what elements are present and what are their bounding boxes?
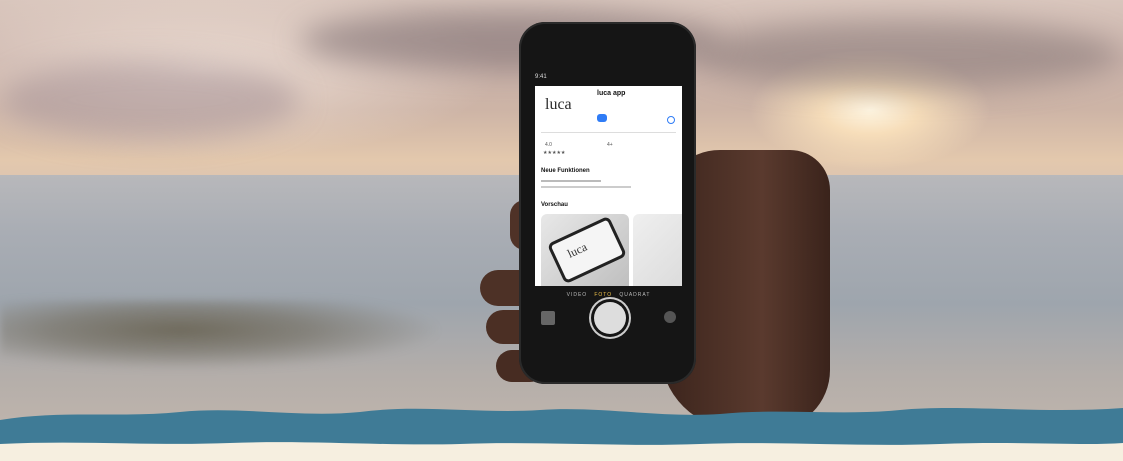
wave-decoration [0, 408, 1123, 461]
cream-band [0, 442, 1123, 461]
photo-scene: 9:41 luca luca app 4.0 ★★★★★ 4+ Neue Fun… [0, 0, 1123, 461]
